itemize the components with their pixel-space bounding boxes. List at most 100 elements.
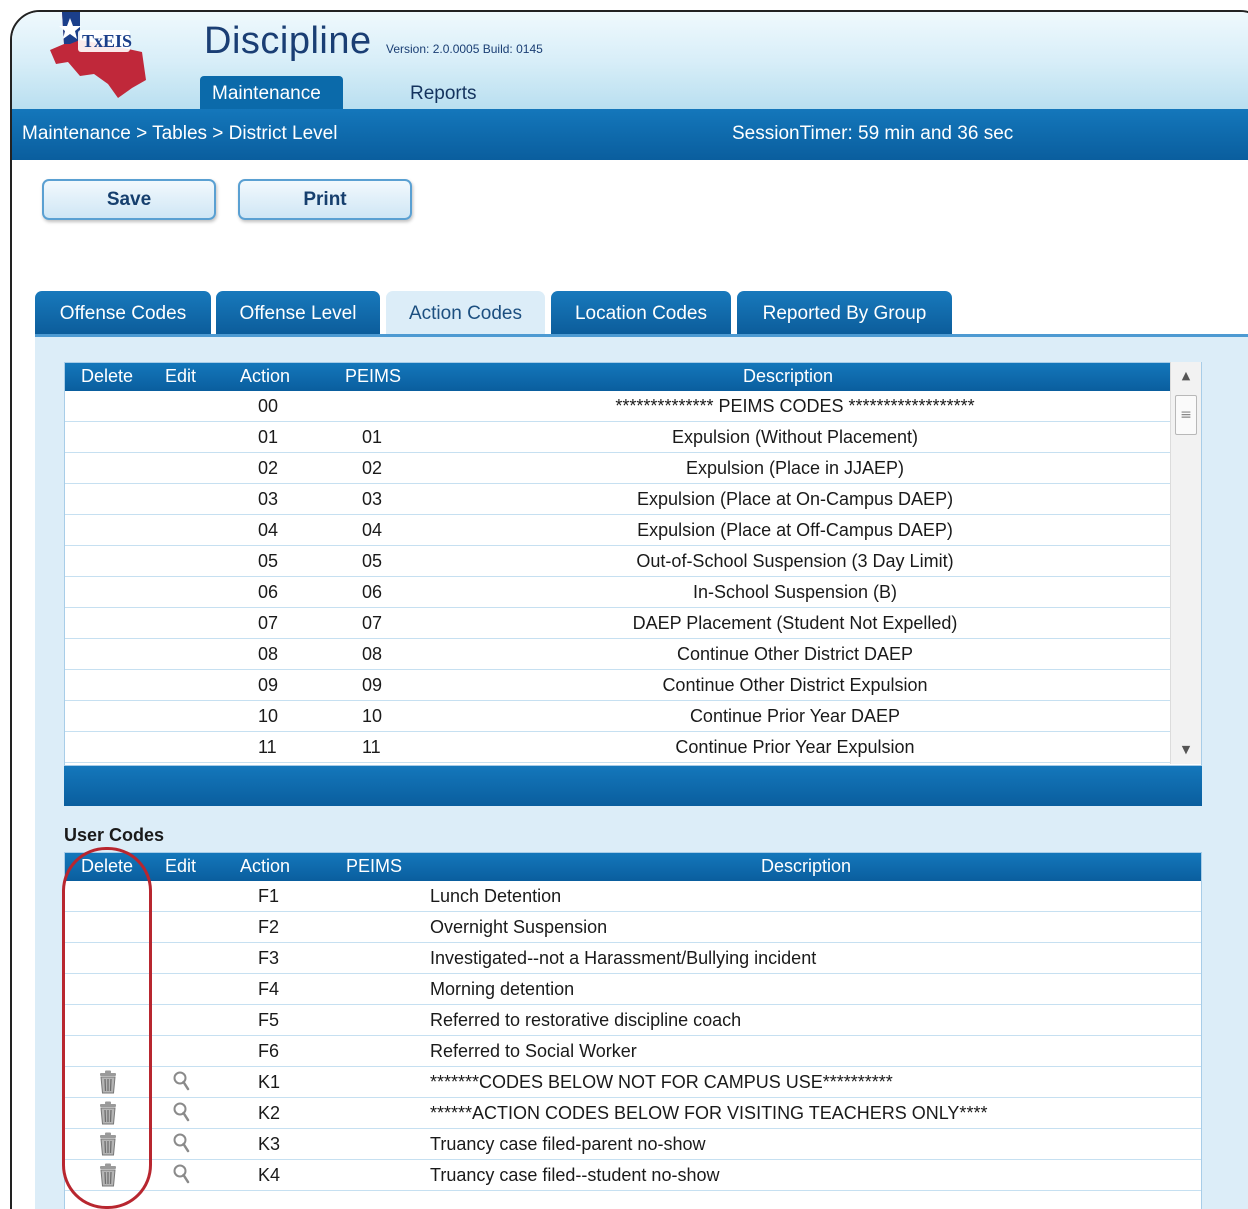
table-row: 04 04 Expulsion (Place at Off-Campus DAEP) (65, 515, 1171, 546)
table-row: 06 06 In-School Suspension (B) (65, 577, 1171, 608)
table-header: Delete Edit Action PEIMS Description (65, 363, 1171, 391)
peims-code: 11 (362, 737, 381, 757)
action-code: 06 (258, 582, 279, 602)
tab-offense-codes[interactable]: Offense Codes (35, 291, 211, 334)
description: Out-of-School Suspension (3 Day Limit) (636, 551, 954, 571)
col-action: Action (240, 366, 291, 386)
action-code: K2 (258, 1103, 281, 1123)
description: DAEP Placement (Student Not Expelled) (632, 613, 958, 633)
action-code: 04 (258, 520, 279, 540)
magnifier-icon[interactable] (172, 1132, 192, 1159)
col-edit: Edit (165, 366, 197, 386)
description: Truancy case filed-parent no-show (430, 1134, 706, 1154)
table-row: K1 *******CODES BELOW NOT FOR CAMPUS USE*… (65, 1067, 1201, 1098)
description: Referred to restorative discipline coach (430, 1010, 742, 1030)
magnifier-icon[interactable] (172, 1101, 192, 1128)
logo-text: TxEIS (82, 31, 132, 51)
table-row: F3 Investigated--not a Harassment/Bullyin… (65, 943, 1201, 974)
table-row: 00 ************** PEIMS CODES ***********… (65, 391, 1171, 422)
action-code: F1 (258, 886, 280, 906)
app-header: TxEIS Discipline Version: 2.0.0005 Build… (12, 12, 1248, 109)
user-codes-title: User Codes (64, 825, 165, 845)
description: Referred to Social Worker (430, 1041, 637, 1061)
peims-code: 03 (362, 489, 383, 509)
description: Lunch Detention (430, 886, 562, 906)
action-code: F3 (258, 948, 280, 968)
description: Continue Prior Year Expulsion (675, 737, 915, 757)
app-title: Discipline (204, 20, 372, 62)
tab-reported-by-group[interactable]: Reported By Group (737, 291, 952, 334)
table-row: 10 10 Continue Prior Year DAEP (65, 701, 1171, 732)
peims-code: 08 (362, 644, 383, 664)
action-code: 00 (258, 396, 279, 416)
scroll-down-arrow-icon[interactable]: ▼ (1171, 740, 1201, 760)
col-action: Action (240, 856, 291, 876)
action-code: F5 (258, 1010, 280, 1030)
nav-tab-maintenance[interactable]: Maintenance (200, 76, 343, 109)
description: Expulsion (Place at On-Campus DAEP) (636, 489, 954, 509)
description: Morning detention (430, 979, 575, 999)
table-row: 05 05 Out-of-School Suspension (3 Day Limi… (65, 546, 1171, 577)
magnifier-icon[interactable] (172, 1163, 192, 1190)
peims-code: 01 (362, 427, 383, 447)
action-code: F2 (258, 917, 280, 937)
description: Expulsion (Place at Off-Campus DAEP) (637, 520, 953, 540)
peims-code: 06 (362, 582, 383, 602)
delete-column-highlight (62, 847, 152, 1209)
peims-code: 02 (362, 458, 383, 478)
col-delete: Delete (81, 366, 134, 386)
breadcrumb: Maintenance > Tables > District Level (22, 123, 338, 144)
action-code: F6 (258, 1041, 280, 1061)
table-scrollbar[interactable]: ▲ ≡ ▼ (1170, 362, 1201, 764)
col-peims: PEIMS (345, 366, 402, 386)
table-row: K3 Truancy case filed-parent no-show (65, 1129, 1201, 1160)
texas-logo: TxEIS (50, 12, 146, 98)
table-row: 08 08 Continue Other District DAEP (65, 639, 1171, 670)
print-button[interactable]: Print (238, 179, 412, 220)
description: Overnight Suspension (430, 917, 608, 937)
description: Continue Other District Expulsion (662, 675, 928, 695)
tab-action-codes[interactable]: Action Codes (386, 291, 545, 334)
tab-location-codes[interactable]: Location Codes (551, 291, 731, 334)
action-code: 02 (258, 458, 279, 478)
tab-offense-level[interactable]: Offense Level (216, 291, 380, 334)
version-label: Version: 2.0.0005 Build: 0145 (386, 42, 543, 56)
action-code: 03 (258, 489, 279, 509)
breadcrumb-bar: Maintenance > Tables > District Level Se… (12, 109, 1248, 160)
peims-code: 09 (362, 675, 383, 695)
description: Continue Prior Year DAEP (689, 706, 901, 726)
table-row: F2 Overnight Suspension (65, 912, 1201, 943)
table-row: 01 01 Expulsion (Without Placement) (65, 422, 1171, 453)
action-code: 01 (258, 427, 279, 447)
magnifier-icon[interactable] (172, 1070, 192, 1097)
peims-code: 10 (362, 706, 383, 726)
description: In-School Suspension (B) (692, 582, 898, 602)
description: Truancy case filed--student no-show (430, 1165, 720, 1185)
description: Expulsion (Place in JJAEP) (685, 458, 905, 478)
table-footer-bar (64, 766, 1202, 806)
table-row: 02 02 Expulsion (Place in JJAEP) (65, 453, 1171, 484)
action-code: K1 (258, 1072, 281, 1092)
scroll-up-arrow-icon[interactable]: ▲ (1171, 366, 1201, 386)
action-code: 11 (258, 737, 277, 757)
peims-codes-table: Delete Edit Action PEIMS Description 00 *… (64, 362, 1202, 766)
description: Expulsion (Without Placement) (671, 427, 919, 447)
action-code: 10 (258, 706, 279, 726)
nav-tab-reports[interactable]: Reports (398, 76, 489, 109)
table-row: F5 Referred to restorative discipline coa… (65, 1005, 1201, 1036)
table-row: 07 07 DAEP Placement (Student Not Expelled… (65, 608, 1171, 639)
peims-code: 04 (362, 520, 383, 540)
table-row: F6 Referred to Social Worker (65, 1036, 1201, 1067)
table-row: K2 ******ACTION CODES BELOW FOR VISITING … (65, 1098, 1201, 1129)
peims-code: 07 (362, 613, 383, 633)
description: Investigated--not a Harassment/Bullying … (430, 948, 817, 968)
col-description: Description (743, 366, 834, 386)
peims-code: 05 (362, 551, 383, 571)
description: *******CODES BELOW NOT FOR CAMPUS USE***… (430, 1072, 893, 1092)
col-edit: Edit (165, 856, 197, 876)
session-timer: SessionTimer: 59 min and 36 sec (732, 123, 1014, 144)
scroll-thumb[interactable]: ≡ (1175, 395, 1197, 435)
action-code: K4 (258, 1165, 281, 1185)
action-code: 07 (258, 613, 279, 633)
save-button[interactable]: Save (42, 179, 216, 220)
